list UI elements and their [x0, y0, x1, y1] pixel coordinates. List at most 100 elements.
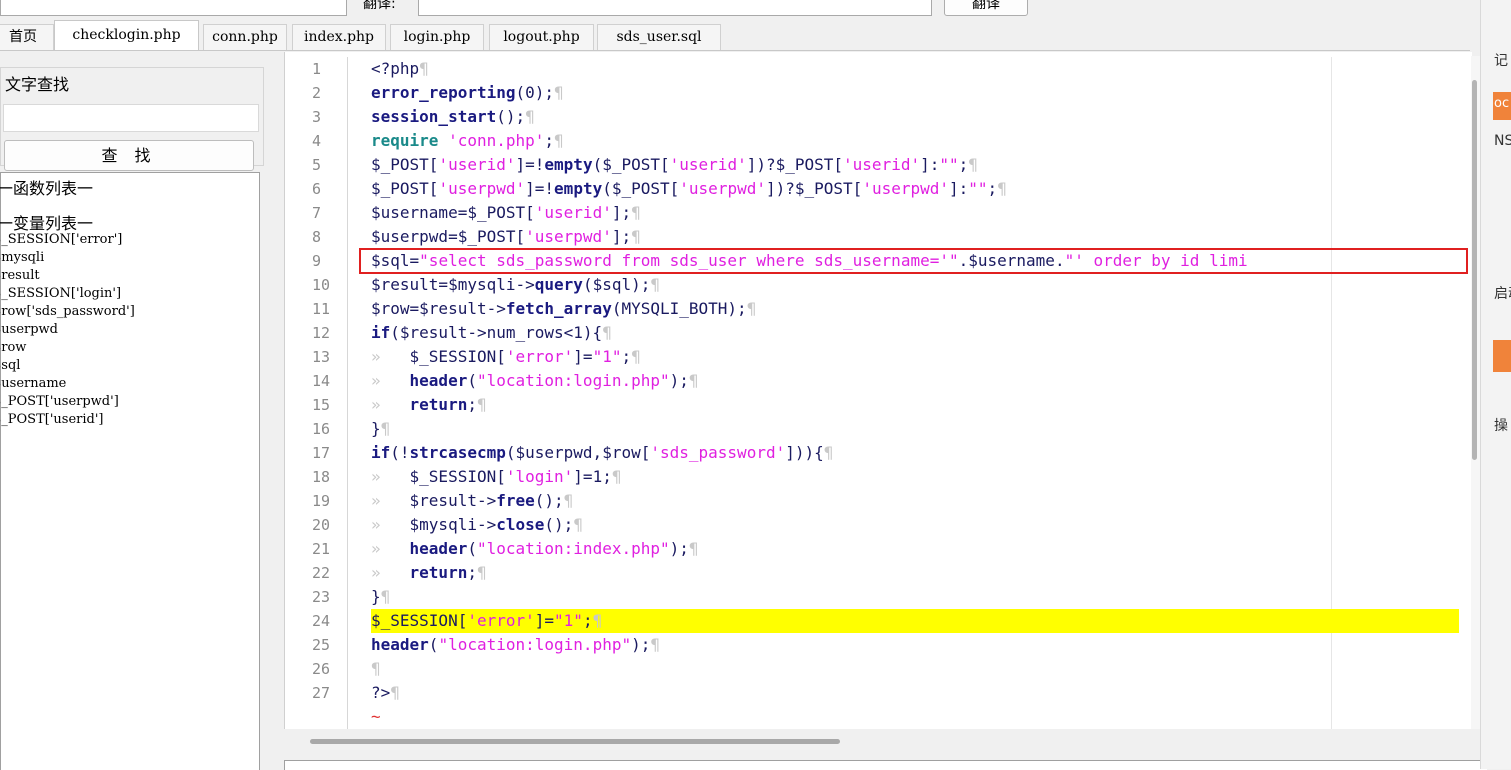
code-line[interactable]: » return;¶ — [371, 561, 1459, 585]
tab-5[interactable]: logout.php — [489, 24, 594, 50]
code-token: $result-> — [409, 491, 497, 510]
line-number: 4 — [312, 132, 322, 150]
variable-item[interactable]: $username — [0, 375, 135, 393]
code-line[interactable]: $username=$_POST['userid'];¶ — [371, 201, 1459, 225]
code-line[interactable]: $_POST['userpwd']=!empty($_POST['userpwd… — [371, 177, 1459, 201]
code-token: 'userid' — [843, 155, 921, 174]
code-line[interactable]: ?>¶ — [371, 681, 1459, 705]
code-token: 'login' — [505, 467, 574, 486]
eof-marker: ~ — [371, 707, 381, 726]
pilcrow-mark: ¶ — [390, 683, 400, 702]
variable-item[interactable]: $_SESSION['error'] — [0, 231, 135, 249]
right-strip-search-icon[interactable] — [1493, 340, 1511, 372]
code-token: ($userpwd,$row[ — [505, 443, 651, 462]
code-token: 'userpwd' — [525, 227, 612, 246]
line-number: 16 — [312, 420, 331, 438]
variable-item[interactable]: $row — [0, 339, 135, 357]
tab-4[interactable]: login.php — [390, 24, 484, 50]
search-input[interactable] — [3, 104, 259, 132]
variable-item[interactable]: $result — [0, 267, 135, 285]
code-line[interactable]: $row=$result->fetch_array(MYSQLI_BOTH);¶ — [371, 297, 1459, 321]
code-line[interactable]: <?php¶ — [371, 57, 1459, 81]
line-number: 19 — [312, 492, 331, 510]
pilcrow-mark: ¶ — [650, 635, 660, 654]
right-strip-text: 操 — [1494, 418, 1508, 434]
line-number: 8 — [312, 228, 322, 246]
tab-6[interactable]: sds_user.sql — [597, 24, 721, 50]
code-token: $username=$_POST[ — [371, 203, 535, 222]
pilcrow-mark: ¶ — [631, 227, 641, 246]
code-token: $result=$mysqli-> — [371, 275, 535, 294]
top-toolbar: 翻译: 翻译 — [0, 0, 1511, 18]
code-line[interactable]: ¶ — [371, 657, 1459, 681]
pilcrow-mark: ¶ — [563, 491, 574, 510]
line-number: 24 — [312, 612, 331, 630]
code-line[interactable]: » $result->free();¶ — [371, 489, 1459, 513]
code-token: 'userid' — [534, 203, 612, 222]
horizontal-scroll-thumb[interactable] — [310, 739, 840, 744]
line-number: 12 — [312, 324, 331, 342]
variables-list: $_SESSION['error']$mysqli$result$_SESSIO… — [0, 231, 135, 429]
code-line[interactable]: error_reporting(0);¶ — [371, 81, 1459, 105]
code-line[interactable]: $userpwd=$_POST['userpwd'];¶ — [371, 225, 1459, 249]
code-line[interactable]: $_SESSION['error']="1";¶ — [371, 609, 1459, 633]
code-line[interactable]: if(!strcasecmp($userpwd,$row['sds_passwo… — [371, 441, 1459, 465]
code-token: ?> — [371, 683, 391, 702]
horizontal-scrollbar[interactable] — [300, 736, 1470, 748]
variable-item[interactable]: $_POST['userid'] — [0, 411, 135, 429]
code-token: ]=! — [515, 155, 545, 174]
code-line[interactable]: }¶ — [371, 417, 1459, 441]
file-tabs: 首页 checklogin.php conn.php index.php login.p… — [0, 20, 1470, 51]
tab-marker: » — [371, 371, 410, 390]
code-token: empty — [554, 179, 603, 198]
right-strip-text: 启动 — [1494, 286, 1511, 302]
code-line[interactable]: session_start();¶ — [371, 105, 1459, 129]
code-line[interactable]: » $_SESSION['error']="1";¶ — [371, 345, 1459, 369]
line-number: 15 — [312, 396, 331, 414]
search-button[interactable]: 查 找 — [4, 140, 254, 171]
code-token: (0); — [515, 83, 555, 102]
tab-2[interactable]: conn.php — [203, 24, 287, 50]
text-search-group: 文字查找 查 找 — [0, 67, 264, 171]
functions-list-header[interactable]: 一函数列表一 — [0, 175, 93, 199]
code-editor[interactable]: 1 2 3 4 5 6 7 8 9 10 11 12 13 14 15 16 17 18 19 20 21 22 23 24 2… — [284, 52, 1472, 729]
pilcrow-mark: ¶ — [611, 467, 622, 486]
code-line[interactable]: » $_SESSION['login']=1;¶ — [371, 465, 1459, 489]
pilcrow-mark: ¶ — [823, 443, 834, 462]
code-token: header — [371, 635, 429, 654]
top-text-input[interactable] — [0, 0, 347, 16]
variable-item[interactable]: $_POST['userpwd'] — [0, 393, 135, 411]
symbol-tree[interactable]: 一函数列表一 一变量列表一 $_SESSION['error']$mysqli$… — [0, 172, 260, 770]
variable-item[interactable]: $row['sds_password'] — [0, 303, 135, 321]
tab-0[interactable]: 首页 — [0, 24, 54, 50]
translate-input[interactable] — [418, 0, 932, 16]
line-number: 23 — [312, 588, 331, 606]
right-strip-orange-tag[interactable]: oc — [1493, 92, 1511, 120]
code-line[interactable]: » $mysqli->close();¶ — [371, 513, 1459, 537]
pilcrow-mark: ¶ — [592, 611, 603, 630]
code-line[interactable]: header("location:login.php");¶ — [371, 633, 1459, 657]
code-line[interactable]: }¶ — [371, 585, 1459, 609]
vertical-scrollbar[interactable] — [1471, 56, 1480, 729]
line-number: 11 — [312, 300, 331, 318]
code-line[interactable]: » header("location:index.php");¶ — [371, 537, 1459, 561]
vertical-scroll-thumb[interactable] — [1472, 80, 1477, 460]
tab-3[interactable]: index.php — [292, 24, 386, 50]
translate-button[interactable]: 翻译 — [944, 0, 1028, 16]
code-token: "location:index.php" — [476, 539, 670, 558]
code-line[interactable]: $_POST['userid']=!empty($_POST['userid']… — [371, 153, 1459, 177]
tab-1[interactable]: checklogin.php — [54, 20, 199, 51]
code-line[interactable]: » header("location:login.php");¶ — [371, 369, 1459, 393]
code-token: strcasecmp — [409, 443, 506, 462]
code-line[interactable]: if($result->num_rows<1){¶ — [371, 321, 1459, 345]
code-line[interactable]: » return;¶ — [371, 393, 1459, 417]
code-line[interactable]: $result=$mysqli->query($sql);¶ — [371, 273, 1459, 297]
code-line[interactable]: require 'conn.php';¶ — [371, 129, 1459, 153]
line-number: 3 — [312, 108, 322, 126]
variable-item[interactable]: $_SESSION['login'] — [0, 285, 135, 303]
variable-item[interactable]: $sql — [0, 357, 135, 375]
variable-item[interactable]: $mysqli — [0, 249, 135, 267]
variable-item[interactable]: $userpwd — [0, 321, 135, 339]
code-area[interactable]: <?php¶ error_reporting(0);¶ session_start(… — [371, 57, 1459, 729]
tab-marker: » — [371, 467, 410, 486]
